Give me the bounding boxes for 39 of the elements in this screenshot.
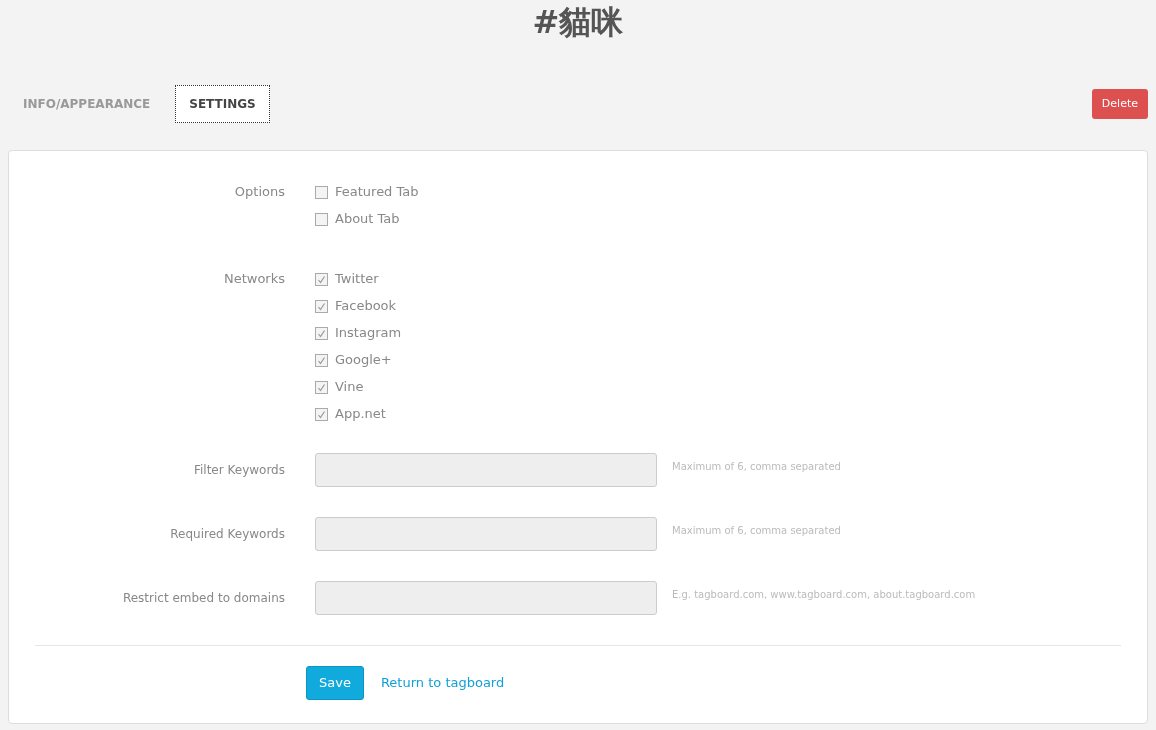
field-label: Required Keywords [170,526,285,543]
group-label: Options [234,183,285,201]
return-link[interactable]: Return to tagboard [380,673,505,693]
field-label: Filter Keywords [193,462,285,479]
input-field[interactable] [315,581,657,615]
checkbox[interactable] [315,380,328,394]
page-title: #貓咪 [532,2,624,43]
delete-button[interactable]: Delete [1091,89,1148,119]
checkbox[interactable] [315,212,328,226]
input-field[interactable] [315,517,657,551]
check-icon [317,328,326,338]
field-hint: Maximum of 6, comma separated [672,459,841,474]
checkbox[interactable] [315,185,328,199]
field-hint: E.g. tagboard.com, www.tagboard.com, about.tagboard.com [672,587,976,602]
checkbox-label: About Tab [335,210,400,229]
check-icon [317,382,326,392]
checkbox[interactable] [315,326,328,340]
check-icon [317,274,326,284]
check-icon [317,409,326,419]
checkbox-label: Vine [335,378,364,397]
checkbox-label: Featured Tab [335,183,419,202]
checkbox[interactable] [315,353,328,367]
checkbox-label: Facebook [335,297,397,316]
group-label: Networks [223,270,285,288]
checkbox[interactable] [315,272,328,286]
checkbox-label: App.net [335,405,386,424]
checkbox[interactable] [315,407,328,421]
check-icon [317,355,326,365]
save-button[interactable]: Save [306,666,364,700]
field-label: Restrict embed to domains [122,590,285,607]
check-icon [317,301,326,311]
input-field[interactable] [315,453,657,487]
tab[interactable]: SETTINGS [175,85,270,123]
field-hint: Maximum of 6, comma separated [672,523,841,538]
checkbox-label: Twitter [335,270,379,289]
checkbox-label: Google+ [335,351,392,370]
checkbox-label: Instagram [335,324,402,343]
checkbox[interactable] [315,299,328,313]
tab[interactable]: INFO/APPEARANCE [8,85,166,123]
